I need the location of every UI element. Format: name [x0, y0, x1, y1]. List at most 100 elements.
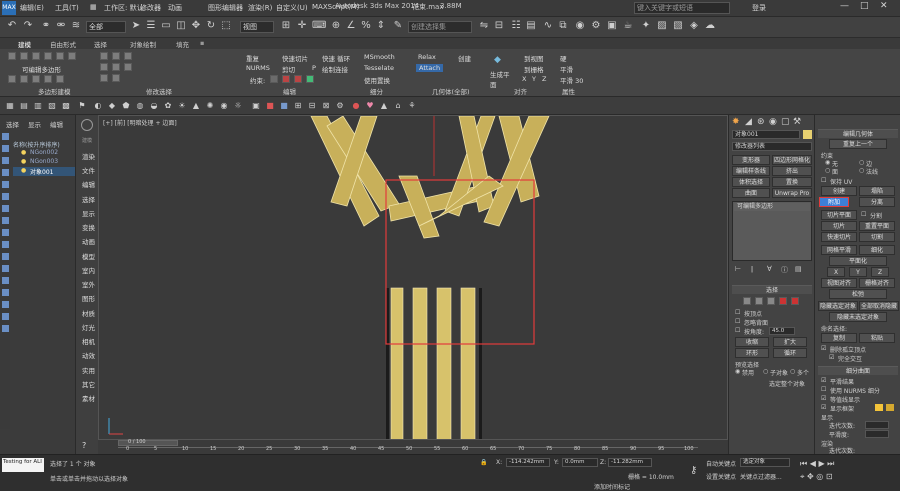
group-align[interactable]: 对齐: [514, 86, 527, 96]
row-icon-24[interactable]: ⚙: [334, 100, 346, 112]
spinner-snap-icon[interactable]: ⇕: [375, 20, 387, 32]
scene-tool-icon-4[interactable]: [2, 169, 9, 176]
pivot-icon[interactable]: ⊞: [280, 20, 292, 32]
view-align-button[interactable]: 视图对齐: [821, 278, 857, 288]
keyboard-shortcut-icon[interactable]: ⌨: [312, 20, 326, 32]
extra-tool-icon-1[interactable]: ✦: [640, 20, 652, 32]
row-icon-15[interactable]: ✺: [204, 100, 216, 112]
cage-color-swatch-1[interactable]: [875, 404, 883, 411]
maximize-icon[interactable]: □: [860, 1, 869, 11]
row-icon-10[interactable]: ◍: [134, 100, 146, 112]
use-nurms-checkbox[interactable]: ☐: [821, 386, 826, 393]
row-icon-26[interactable]: ♥: [364, 100, 376, 112]
constraint-normal-icon[interactable]: [306, 75, 314, 83]
grid-align-button[interactable]: 栅格对齐: [859, 278, 895, 288]
group-subdivision[interactable]: 细分: [370, 86, 383, 96]
snap-3d-icon[interactable]: ⊕: [330, 20, 342, 32]
row-icon-2[interactable]: ▤: [18, 100, 30, 112]
scene-tab-edit[interactable]: 编辑: [50, 119, 63, 129]
tessellate-button[interactable]: 细化: [859, 245, 895, 255]
cut-button[interactable]: 剪切: [282, 64, 295, 74]
search-input[interactable]: 键入关键字或短语: [634, 2, 730, 14]
tool-item[interactable]: 渲染: [82, 151, 95, 161]
ribbon-icon-7[interactable]: [8, 75, 16, 83]
constraint-face-icon[interactable]: [294, 75, 302, 83]
link-icon[interactable]: ⚭: [40, 20, 52, 32]
display-tab-icon[interactable]: ▢: [781, 117, 790, 127]
scene-tool-icon-15[interactable]: [2, 301, 9, 308]
row-icon-28[interactable]: ⌂: [392, 100, 404, 112]
align-to-grid-button[interactable]: 到栅格: [524, 64, 544, 74]
subdivision-surface-header[interactable]: 细分曲面: [818, 366, 898, 375]
time-slider[interactable]: 0 / 100 0 5 10 15 20 25 30 35 40 45 50 5…: [98, 439, 728, 454]
smooth-button[interactable]: 平滑: [560, 64, 573, 74]
slice-button[interactable]: 切片: [821, 221, 857, 231]
tab-modeling[interactable]: 建模: [18, 39, 31, 49]
grow-button[interactable]: 扩大: [773, 337, 807, 347]
ribbon-icon-9[interactable]: [32, 75, 40, 83]
ribbon-icon-14[interactable]: [124, 52, 132, 60]
tool-item[interactable]: 显示: [82, 208, 95, 218]
row-icon-16[interactable]: ◉: [218, 100, 230, 112]
attach-button[interactable]: 附加: [819, 197, 849, 207]
select-by-name-icon[interactable]: ☰: [145, 20, 157, 32]
menu-tools[interactable]: 工具(T): [55, 3, 79, 13]
window-crossing-icon[interactable]: ◫: [175, 20, 187, 32]
tab-selection[interactable]: 选择: [94, 39, 107, 49]
isoline-display-checkbox[interactable]: ☑: [821, 395, 826, 402]
set-key-button[interactable]: 设置关键点: [706, 472, 736, 481]
nurms-button[interactable]: NURMS: [246, 64, 270, 72]
scale-icon[interactable]: ⬚: [220, 20, 232, 32]
modifier-button-surface[interactable]: 曲面: [732, 188, 770, 198]
copy-button[interactable]: 复制: [821, 333, 857, 343]
polygon-mode-icon[interactable]: [779, 297, 787, 305]
scene-tool-icon-13[interactable]: [2, 277, 9, 284]
tool-item[interactable]: 变换: [82, 222, 95, 232]
y-coord-input[interactable]: 0.0mm: [562, 458, 598, 467]
row-icon-6[interactable]: ⚑: [76, 100, 88, 112]
collapse-button[interactable]: 塌陷: [859, 186, 895, 196]
row-icon-23[interactable]: ⊠: [320, 100, 332, 112]
scene-tool-icon-8[interactable]: [2, 217, 9, 224]
tool-item[interactable]: 动效: [82, 350, 95, 360]
edge-mode-icon[interactable]: [755, 297, 763, 305]
pin-stack-icon[interactable]: ⊢: [735, 265, 741, 273]
ribbon-icon-10[interactable]: [44, 75, 52, 83]
scene-tab-select[interactable]: 选择: [6, 119, 19, 129]
add-time-tag-button[interactable]: 添加时间标记: [594, 482, 630, 491]
meshsmooth-button[interactable]: 网格平滑: [821, 245, 857, 255]
percent-snap-icon[interactable]: %: [360, 20, 372, 32]
modifier-stack[interactable]: 可编辑多边形: [732, 201, 812, 261]
z-coord-input[interactable]: -11.282mm: [608, 458, 652, 467]
hard-button[interactable]: 硬: [560, 53, 567, 63]
group-modify-selection[interactable]: 修改选择: [146, 86, 172, 96]
scene-tool-icon-17[interactable]: [2, 325, 9, 332]
schematic-icon[interactable]: ⧉: [557, 20, 569, 32]
modifier-button-quadify[interactable]: 四边形网格化: [772, 155, 812, 165]
play-controls-icon[interactable]: ⏮ ◀ ▶ ⏭: [800, 459, 834, 469]
angle-snap-icon[interactable]: ∠: [345, 20, 357, 32]
object-name-field[interactable]: 对象001: [732, 130, 800, 139]
group-edit[interactable]: 编辑: [283, 86, 296, 96]
menu-modifiers[interactable]: 修改器: [140, 3, 161, 13]
selection-rollout-header[interactable]: 选择: [732, 285, 812, 294]
tool-item[interactable]: 材质: [82, 308, 95, 318]
scene-tool-icon-6[interactable]: [2, 193, 9, 200]
modifier-button-edit-spline[interactable]: 编辑样条线: [732, 166, 770, 176]
vertex-mode-icon[interactable]: [743, 297, 751, 305]
key-mode-dropdown[interactable]: 选定对象: [740, 458, 790, 467]
remove-modifier-icon[interactable]: ⓘ: [781, 265, 788, 275]
row-icon-22[interactable]: ⊟: [306, 100, 318, 112]
split-checkbox[interactable]: ☐: [861, 211, 866, 218]
smoothness-input[interactable]: [865, 430, 889, 438]
row-icon-4[interactable]: ▧: [46, 100, 58, 112]
border-mode-icon[interactable]: [767, 297, 775, 305]
show-end-result-icon[interactable]: ǀ: [751, 265, 753, 273]
generate-plane-button[interactable]: 生成平面: [490, 69, 510, 89]
attach-button[interactable]: Attach: [416, 64, 444, 72]
key-filters-button[interactable]: 关键点过滤器...: [740, 472, 782, 481]
menu-customize[interactable]: 自定义(U): [276, 3, 308, 13]
menu-render[interactable]: 渲染(R): [248, 3, 272, 13]
slice-plane-button[interactable]: 切片平面: [821, 210, 857, 220]
tool-item[interactable]: 其它: [82, 379, 95, 389]
